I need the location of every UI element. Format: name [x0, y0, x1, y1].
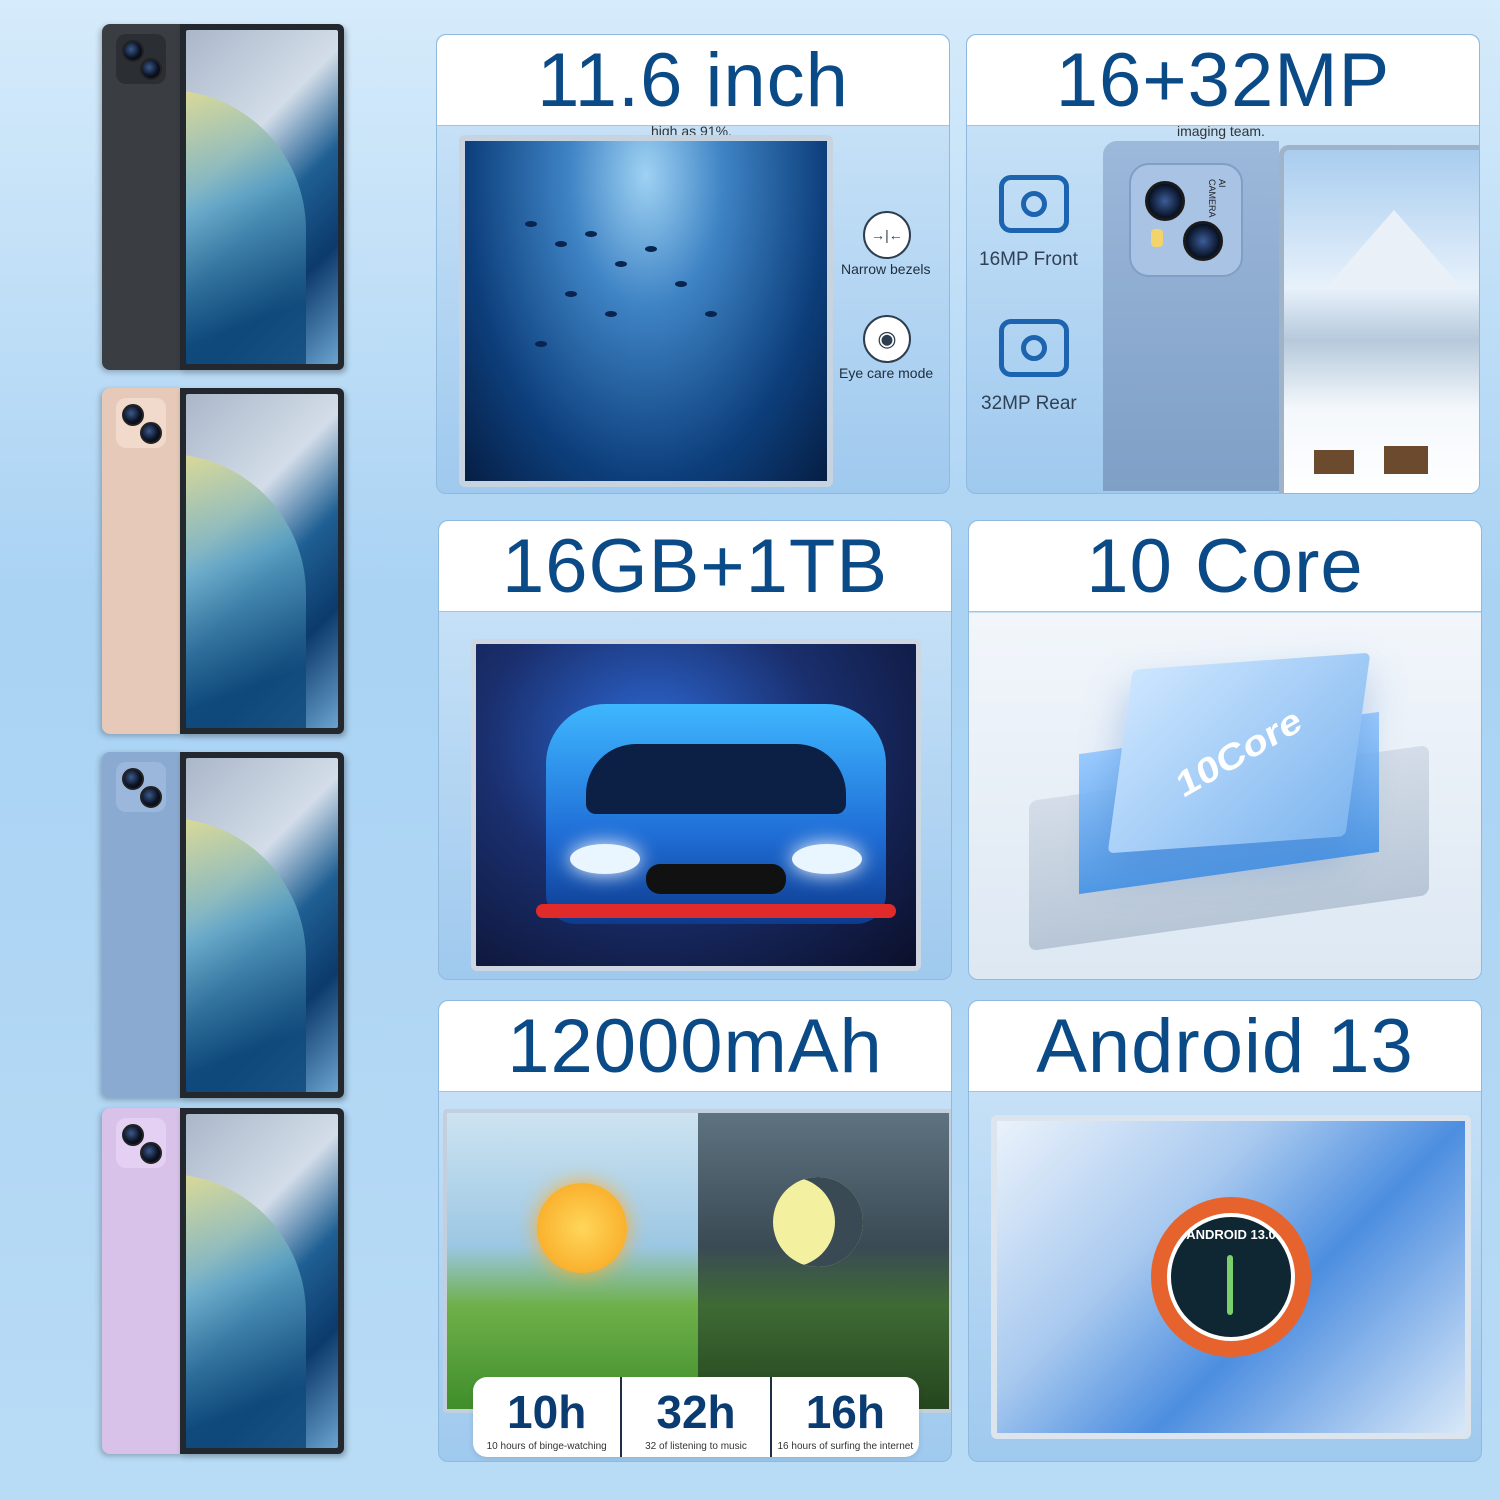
day-night-screen-image [443, 1109, 951, 1413]
tablet-screen [180, 1108, 344, 1454]
camera-lens-icon [122, 404, 144, 426]
stat-music: 32h 32 of listening to music [620, 1377, 769, 1457]
rear-camera-label: 32MP Rear [981, 393, 1077, 414]
stat-value: 16h [805, 1386, 885, 1438]
camera-lens-icon [140, 786, 162, 808]
chip-label: 10Core [1171, 699, 1307, 806]
wallpaper-image [186, 1114, 338, 1448]
tablet-variant-black [102, 24, 344, 370]
wallpaper-image [186, 758, 338, 1092]
memory-title: 16GB+1TB [439, 521, 951, 612]
tablet-screen [180, 24, 344, 370]
tablet-back-purple [102, 1108, 184, 1454]
tablet-back-blue [102, 752, 184, 1098]
stat-video: 10h 10 hours of binge-watching [473, 1377, 620, 1457]
camera-sub-caption: imaging team. [1177, 123, 1265, 139]
rocket-icon [1227, 1255, 1233, 1315]
os-title: Android 13 [969, 1001, 1481, 1092]
cpu-panel: 10 Core 10Core [968, 520, 1482, 980]
tablet-screen [180, 752, 344, 1098]
ocean-screen-image [459, 135, 833, 487]
ai-camera-label: AI CAMERA [1207, 179, 1227, 218]
android-badge-label: ANDROID 13.0 [1186, 1227, 1276, 1242]
stat-internet: 16h 16 hours of surfing the internet [769, 1377, 919, 1457]
display-title: 11.6 inch [437, 35, 949, 126]
eye-care-label: Eye care mode [839, 365, 934, 381]
rear-camera-icon [999, 319, 1069, 377]
tablet-screen [180, 388, 344, 734]
stat-value: 32h [656, 1386, 736, 1438]
android-13-badge: ANDROID 13.0 [1151, 1197, 1311, 1357]
android-screen-image: ANDROID 13.0 [991, 1115, 1471, 1439]
display-panel: 11.6 inch high as 91%. →|← Narrow bezels… [436, 34, 950, 494]
camera-title: 16+32MP [967, 35, 1479, 126]
car-image [536, 704, 896, 924]
camera-module [116, 1118, 166, 1168]
cpu-title: 10 Core [969, 521, 1481, 612]
os-panel: Android 13 ANDROID 13.0 [968, 1000, 1482, 1462]
tablet-back-pink [102, 388, 184, 734]
snow-mountain-image [1279, 145, 1479, 493]
wallpaper-image [186, 394, 338, 728]
wallpaper-image [186, 30, 338, 364]
camera-module [116, 34, 166, 84]
battery-title: 12000mAh [439, 1001, 951, 1092]
front-camera-label: 16MP Front [979, 249, 1078, 270]
cpu-chip: 10Core [1107, 652, 1371, 854]
chip-image: 10Core [969, 613, 1481, 979]
camera-lens-icon [140, 422, 162, 444]
eye-care-icon: ◉ [863, 315, 911, 363]
sun-icon [537, 1183, 627, 1273]
camera-lens-icon [140, 58, 162, 80]
camera-module: AI CAMERA [1129, 163, 1243, 277]
race-car-screen-image [471, 639, 921, 971]
tablet-back-black [102, 24, 184, 370]
tablet-back-blue: AI CAMERA [1103, 141, 1279, 491]
battery-stats: 10h 10 hours of binge-watching 32h 32 of… [473, 1377, 919, 1457]
camera-lens-icon [122, 40, 144, 62]
stat-caption: 16 hours of surfing the internet [777, 1441, 914, 1452]
narrow-bezels-label: Narrow bezels [841, 261, 931, 277]
camera-panel: 16+32MP imaging team. 16MP Front 32MP Re… [966, 34, 1480, 494]
stat-caption: 32 of listening to music [645, 1441, 747, 1452]
stat-value: 10h [507, 1386, 587, 1438]
tablet-variant-purple [102, 1108, 344, 1454]
battery-panel: 12000mAh 10h 10 hours of binge-watching … [438, 1000, 952, 1462]
camera-module [116, 398, 166, 448]
tablet-variant-blue [102, 752, 344, 1098]
camera-module [116, 762, 166, 812]
camera-lens-icon [140, 1142, 162, 1164]
tablet-variant-pink [102, 388, 344, 734]
moon-icon [773, 1177, 863, 1267]
memory-panel: 16GB+1TB [438, 520, 952, 980]
front-camera-icon [999, 175, 1069, 233]
camera-lens-icon [122, 768, 144, 790]
stat-caption: 10 hours of binge-watching [486, 1441, 607, 1452]
camera-lens-icon [122, 1124, 144, 1146]
narrow-bezels-icon: →|← [863, 211, 911, 259]
